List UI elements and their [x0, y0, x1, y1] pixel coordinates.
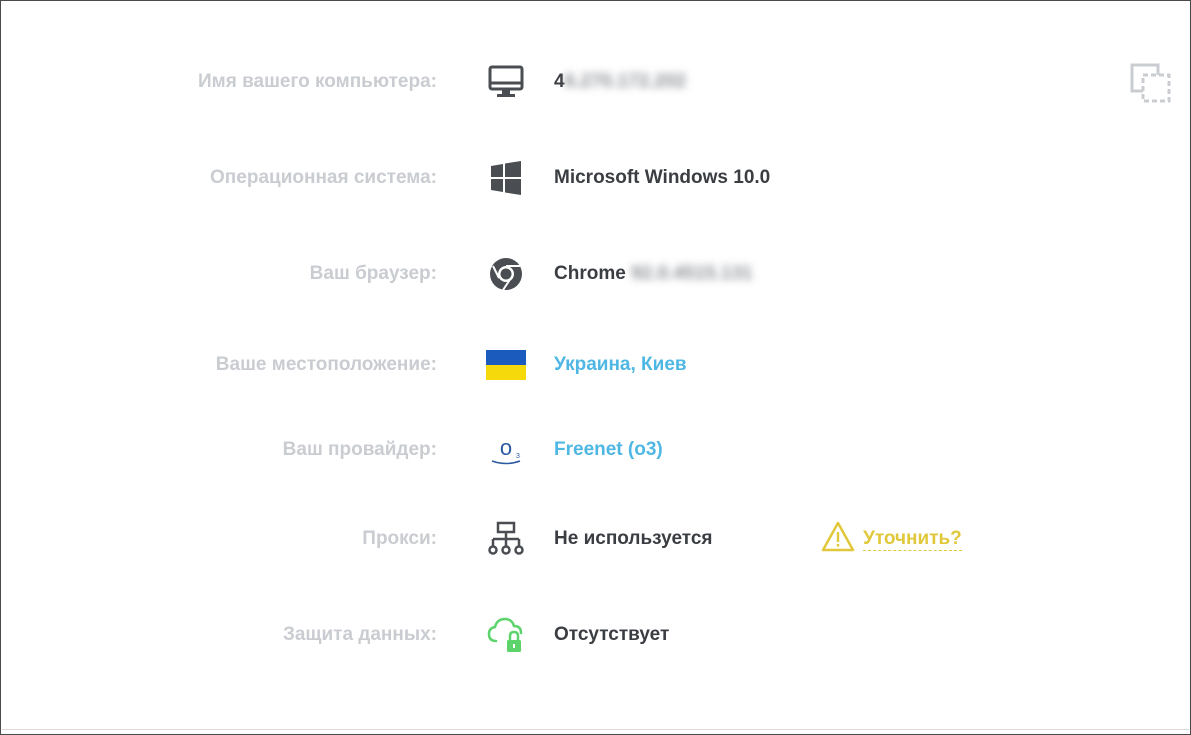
computer-name-value: 46.270.172.202 — [554, 71, 687, 92]
info-panel: Имя вашего компьютера: 46.270.172.202 Оп… — [0, 0, 1191, 735]
browser-value: Chrome 92.0.4515.131 — [554, 263, 753, 284]
row-data-protection: Защита данных: Отсутствует — [1, 613, 1190, 657]
bottom-divider — [2, 729, 1189, 730]
chrome-icon — [485, 254, 527, 294]
monitor-icon — [485, 62, 527, 102]
warning-icon — [821, 521, 855, 558]
computer-name-hidden: 6.270.172.202 — [564, 71, 687, 92]
computer-name-label: Имя вашего компьютера: — [198, 71, 437, 92]
row-location: Ваше местоположение: Украина, Киев — [1, 343, 1190, 387]
proxy-value: Не используется — [554, 528, 713, 549]
clarify-link[interactable]: Уточнить? — [863, 528, 962, 551]
row-browser: Ваш браузер: Chrome 92.0.4515.131 — [1, 252, 1190, 296]
os-label: Операционная система: — [210, 167, 437, 188]
provider-value[interactable]: Freenet (o3) — [554, 428, 663, 472]
windows-icon — [485, 158, 527, 198]
row-provider: Ваш провайдер: o 3 Freenet (o3) — [1, 428, 1190, 472]
proxy-label: Прокси: — [362, 528, 437, 549]
svg-text:3: 3 — [516, 453, 520, 460]
network-icon — [485, 519, 527, 559]
svg-text:o: o — [500, 435, 512, 460]
browser-label: Ваш браузер: — [309, 263, 437, 284]
location-value[interactable]: Украина, Киев — [554, 343, 687, 387]
data-protection-label: Защита данных: — [282, 624, 437, 645]
location-label: Ваше местоположение: — [215, 354, 437, 375]
data-protection-value: Отсутствует — [554, 624, 670, 645]
cloud-lock-icon — [485, 615, 527, 655]
os-value: Microsoft Windows 10.0 — [554, 167, 771, 188]
browser-version-hidden: 92.0.4515.131 — [631, 263, 753, 284]
row-proxy: Прокси: Не используется Уточнить? — [1, 517, 1190, 561]
provider-logo-icon: o 3 — [485, 430, 527, 470]
row-os: Операционная система: Microsoft Windows … — [1, 156, 1190, 200]
ukraine-flag-icon — [485, 345, 527, 385]
row-computer-name: Имя вашего компьютера: 46.270.172.202 — [1, 60, 1190, 104]
provider-label: Ваш провайдер: — [282, 439, 437, 460]
clarify-proxy[interactable]: Уточнить? — [821, 517, 962, 561]
